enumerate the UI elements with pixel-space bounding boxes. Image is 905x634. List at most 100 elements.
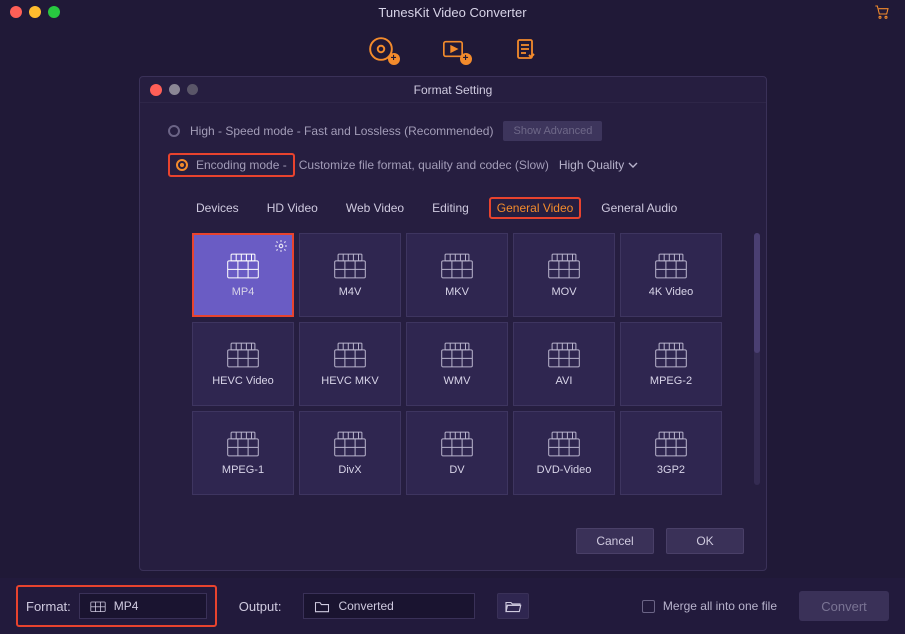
format-dvd-video[interactable]: DVD-Video <box>513 411 615 495</box>
add-video-button[interactable]: + <box>439 35 467 63</box>
format-label: MPEG-1 <box>222 464 264 476</box>
tab-devices[interactable]: Devices <box>188 197 247 219</box>
format-wmv[interactable]: WMV <box>406 322 508 406</box>
format-label: WMV <box>444 375 471 387</box>
checkbox-icon <box>642 600 655 613</box>
film-icon <box>226 341 260 369</box>
film-icon <box>333 252 367 280</box>
main-toolbar: + + <box>0 24 905 74</box>
film-icon <box>440 341 474 369</box>
format-label: AVI <box>556 375 573 387</box>
plus-icon: + <box>460 53 472 65</box>
plus-icon: + <box>388 53 400 65</box>
format-label: 4K Video <box>649 286 693 298</box>
format-mkv[interactable]: MKV <box>406 233 508 317</box>
format-label: HEVC Video <box>212 375 274 387</box>
quality-value: High Quality <box>559 158 624 172</box>
film-icon <box>654 252 688 280</box>
chevron-down-icon <box>628 160 638 170</box>
quality-dropdown[interactable]: High Quality <box>559 158 638 172</box>
film-icon <box>226 252 260 280</box>
format-mpeg-2[interactable]: MPEG-2 <box>620 322 722 406</box>
film-icon <box>547 341 581 369</box>
encoding-mode-label-rest: Customize file format, quality and codec… <box>299 158 549 172</box>
format-hevc-mkv[interactable]: HEVC MKV <box>299 322 401 406</box>
merge-checkbox-row[interactable]: Merge all into one file <box>642 599 777 613</box>
bottom-bar: Format: MP4 Output: Converted Merge all … <box>0 578 905 634</box>
high-speed-mode-label: High - Speed mode - Fast and Lossless (R… <box>190 124 493 138</box>
format-label: MP4 <box>232 286 255 298</box>
tasks-button[interactable] <box>511 35 539 63</box>
format-4k-video[interactable]: 4K Video <box>620 233 722 317</box>
format-label: DivX <box>338 464 361 476</box>
format-hevc-video[interactable]: HEVC Video <box>192 322 294 406</box>
film-icon <box>547 430 581 458</box>
format-label: Format: <box>26 599 71 614</box>
format-divx[interactable]: DivX <box>299 411 401 495</box>
cancel-button[interactable]: Cancel <box>576 528 654 554</box>
tab-general-video[interactable]: General Video <box>489 197 582 219</box>
format-value: MP4 <box>114 599 139 613</box>
format-grid-container: MP4 M4V MKV MOV 4K Video HEVC Video HEVC… <box>140 219 766 501</box>
radio-icon <box>168 125 180 137</box>
mode-selection: High - Speed mode - Fast and Lossless (R… <box>140 103 766 177</box>
format-setting-dialog: Format Setting High - Speed mode - Fast … <box>139 76 767 571</box>
format-field-highlight: Format: MP4 <box>16 585 217 627</box>
folder-open-icon <box>504 599 522 613</box>
format-label: DV <box>449 464 464 476</box>
format-grid: MP4 M4V MKV MOV 4K Video HEVC Video HEVC… <box>156 227 750 501</box>
encoding-mode-highlight: Encoding mode - <box>168 153 295 177</box>
dialog-header: Format Setting <box>140 77 766 103</box>
output-label: Output: <box>239 599 282 614</box>
dialog-footer: Cancel OK <box>576 528 744 554</box>
format-dv[interactable]: DV <box>406 411 508 495</box>
category-tabs: Devices HD Video Web Video Editing Gener… <box>140 189 766 219</box>
film-icon <box>654 430 688 458</box>
format-3gp2[interactable]: 3GP2 <box>620 411 722 495</box>
format-label: 3GP2 <box>657 464 685 476</box>
scrollbar[interactable] <box>754 233 760 485</box>
browse-output-button[interactable] <box>497 593 529 619</box>
format-selector[interactable]: MP4 <box>79 593 207 619</box>
dialog-title: Format Setting <box>140 83 766 97</box>
format-mov[interactable]: MOV <box>513 233 615 317</box>
encoding-mode-label-prefix: Encoding mode - <box>196 158 287 172</box>
output-path-field[interactable]: Converted <box>303 593 475 619</box>
ok-button[interactable]: OK <box>666 528 744 554</box>
titlebar: TunesKit Video Converter <box>0 0 905 24</box>
tab-hd-video[interactable]: HD Video <box>259 197 326 219</box>
merge-label: Merge all into one file <box>663 599 777 613</box>
add-disc-button[interactable]: + <box>367 35 395 63</box>
film-icon <box>90 599 106 613</box>
format-label: MPEG-2 <box>650 375 692 387</box>
film-icon <box>440 430 474 458</box>
encoding-mode-row[interactable]: Encoding mode - Customize file format, q… <box>168 153 738 177</box>
output-value: Converted <box>338 599 393 613</box>
film-icon <box>547 252 581 280</box>
format-label: MKV <box>445 286 469 298</box>
radio-icon <box>176 159 188 171</box>
format-label: DVD-Video <box>537 464 592 476</box>
film-icon <box>654 341 688 369</box>
folder-icon <box>314 600 330 613</box>
scrollbar-thumb[interactable] <box>754 233 760 353</box>
show-advanced-button[interactable]: Show Advanced <box>503 121 602 141</box>
film-icon <box>226 430 260 458</box>
format-m4v[interactable]: M4V <box>299 233 401 317</box>
film-icon <box>440 252 474 280</box>
format-avi[interactable]: AVI <box>513 322 615 406</box>
cart-icon[interactable] <box>873 4 891 20</box>
tab-general-audio[interactable]: General Audio <box>593 197 685 219</box>
convert-button[interactable]: Convert <box>799 591 889 621</box>
app-title: TunesKit Video Converter <box>0 5 905 20</box>
tab-web-video[interactable]: Web Video <box>338 197 412 219</box>
format-label: HEVC MKV <box>321 375 378 387</box>
format-mp4[interactable]: MP4 <box>192 233 294 317</box>
format-label: M4V <box>339 286 362 298</box>
format-mpeg-1[interactable]: MPEG-1 <box>192 411 294 495</box>
tab-editing[interactable]: Editing <box>424 197 477 219</box>
format-label: MOV <box>551 286 576 298</box>
gear-icon[interactable] <box>274 239 288 253</box>
high-speed-mode-row[interactable]: High - Speed mode - Fast and Lossless (R… <box>168 121 738 141</box>
film-icon <box>333 341 367 369</box>
